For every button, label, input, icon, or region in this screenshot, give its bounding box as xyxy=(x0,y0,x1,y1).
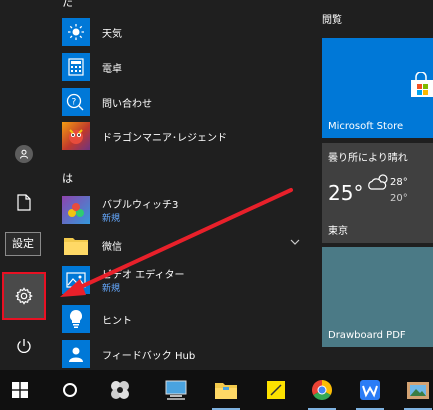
sun-icon xyxy=(62,18,90,46)
app-name: ビデオ エディター xyxy=(102,270,185,281)
app-name: 問い合わせ xyxy=(102,98,152,110)
weather-condition: 曇り所により晴れ xyxy=(328,153,408,164)
weather-city: 東京 xyxy=(328,226,348,237)
taskbar xyxy=(0,370,433,410)
computer-icon xyxy=(165,380,187,400)
taskbar-photos[interactable] xyxy=(398,370,433,410)
app-item-tips[interactable]: ヒント xyxy=(62,303,312,335)
app-item-weather[interactable]: 天気 xyxy=(62,16,312,48)
gear-icon xyxy=(15,287,33,305)
document-icon xyxy=(17,193,31,211)
start-button[interactable] xyxy=(0,370,40,410)
app-name: 天気 xyxy=(102,28,122,40)
start-menu-rail: 設定 xyxy=(0,0,48,370)
app-list: た 天気 電卓 ? 問い合わせ ドラゴンマニア･レジェンド は バブルウィッチ3… xyxy=(48,0,313,370)
power-icon xyxy=(17,339,31,353)
cloud-sun-icon xyxy=(368,174,388,190)
start-menu: 設定 た 天気 電卓 ? 問い合わせ ドラゴンマニア･レジェンド は バブルウィ… xyxy=(0,0,433,370)
tile-weather[interactable]: 曇り所により晴れ 25° 28° 20° 東京 xyxy=(322,143,433,243)
bubble-witch-icon xyxy=(62,196,90,224)
photo-icon xyxy=(62,266,90,294)
app-item-feedback-hub[interactable]: フィードバック Hub xyxy=(62,338,312,370)
tile-label: Microsoft Store xyxy=(328,121,404,132)
taskbar-chrome[interactable] xyxy=(302,370,342,410)
app-name: ドラゴンマニア･レジェンド xyxy=(102,132,227,144)
app-item-video-editor[interactable]: ビデオ エディター 新規 xyxy=(62,264,312,296)
app-item-contact[interactable]: ? 問い合わせ xyxy=(62,86,312,118)
settings-button[interactable] xyxy=(2,272,46,320)
taskbar-sticky-notes[interactable] xyxy=(256,370,296,410)
section-letter-ha[interactable]: は xyxy=(62,170,73,186)
settings-tooltip: 設定 xyxy=(5,232,41,256)
sticky-notes-icon xyxy=(267,381,285,399)
app-name: フィードバック Hub xyxy=(102,350,196,362)
calculator-icon xyxy=(62,53,90,81)
app-name: バブルウィッチ3 xyxy=(102,200,179,211)
section-letter-ta[interactable]: た xyxy=(62,0,73,10)
start-windows-icon xyxy=(12,382,28,398)
new-badge: 新規 xyxy=(102,284,121,294)
tile-drawboard-pdf[interactable]: Drawboard PDF xyxy=(322,247,433,347)
taskbar-wps[interactable] xyxy=(350,370,390,410)
app-item-bubble-witch[interactable]: バブルウィッチ3 新規 xyxy=(62,194,312,226)
cortana-circle-icon xyxy=(63,383,77,397)
cortana-button[interactable] xyxy=(50,370,90,410)
taskbar-this-pc[interactable] xyxy=(156,370,196,410)
game-app-icon xyxy=(111,381,129,399)
app-name: ヒント xyxy=(102,315,132,327)
taskbar-game-app[interactable] xyxy=(100,370,140,410)
app-name: 電卓 xyxy=(102,63,122,75)
app-item-dragon-mania[interactable]: ドラゴンマニア･レジェンド xyxy=(62,120,312,152)
person-question-icon: ? xyxy=(62,88,90,116)
chevron-down-icon[interactable] xyxy=(290,239,300,245)
tile-label: Drawboard PDF xyxy=(328,330,406,341)
app-item-wechat-folder[interactable]: 微信 xyxy=(62,229,312,261)
power-button[interactable] xyxy=(0,324,48,368)
taskbar-file-explorer[interactable] xyxy=(206,370,246,410)
user-account-button[interactable] xyxy=(0,132,48,176)
feedback-icon xyxy=(62,340,90,368)
svg-text:?: ? xyxy=(72,98,77,108)
folder-icon xyxy=(62,231,90,259)
weather-high: 28° xyxy=(390,177,408,188)
tiles-group-heading[interactable]: 閲覧 xyxy=(322,11,342,26)
new-badge: 新規 xyxy=(102,214,121,224)
store-bag-icon xyxy=(411,72,433,97)
documents-button[interactable] xyxy=(0,180,48,224)
weather-low: 20° xyxy=(390,193,408,204)
wps-icon xyxy=(360,380,380,400)
tile-microsoft-store[interactable]: Microsoft Store xyxy=(322,38,433,138)
file-explorer-icon xyxy=(215,383,237,399)
photos-app-icon xyxy=(407,382,429,399)
user-avatar-icon xyxy=(15,145,33,163)
dragon-game-icon xyxy=(62,122,90,150)
chrome-icon xyxy=(312,380,332,400)
app-item-calculator[interactable]: 電卓 xyxy=(62,51,312,83)
lightbulb-icon xyxy=(62,305,90,333)
app-name: 微信 xyxy=(102,241,122,253)
weather-temperature: 25° xyxy=(328,181,364,205)
